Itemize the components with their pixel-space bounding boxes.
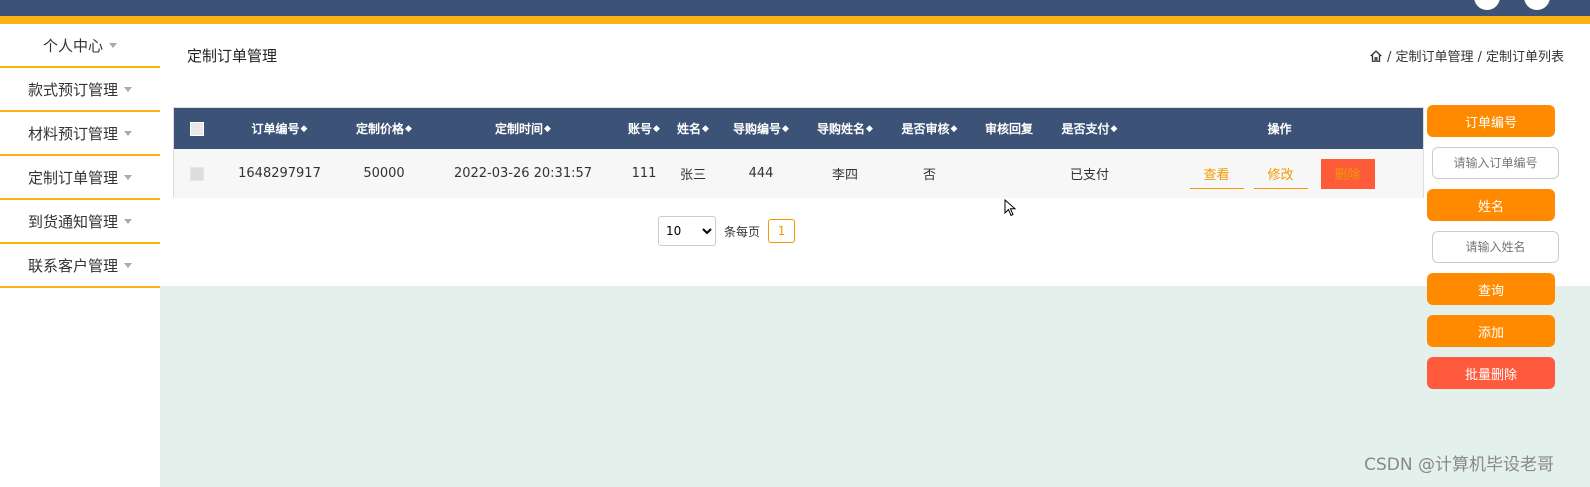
select-all-checkbox[interactable]: [189, 121, 204, 136]
col-label: 导购编号: [733, 122, 782, 136]
logout-icon[interactable]: [1524, 0, 1550, 10]
sidebar-item-label: 款式预订管理: [27, 80, 118, 99]
sort-icon: ◆: [544, 123, 551, 134]
col-guide-no[interactable]: 导购编号 ◆: [716, 108, 806, 149]
col-label: 定制价格: [356, 122, 405, 136]
home-icon[interactable]: [1369, 49, 1383, 63]
top-bar: [0, 0, 1590, 16]
sort-icon: ◆: [405, 123, 412, 134]
sidebar-item-label: 联系客户管理: [27, 256, 118, 275]
caret-down-icon: [124, 130, 132, 136]
table-row: 1648297917 50000 2022-03-26 20:31:57 111…: [174, 149, 1423, 198]
col-review-reply: 审核回复: [975, 108, 1043, 149]
col-label: 是否支付: [1061, 122, 1110, 136]
row-select-cell: [174, 149, 219, 198]
page-number-button[interactable]: 1: [768, 219, 796, 243]
cell-name: 张三: [679, 168, 706, 183]
edit-button[interactable]: 修改: [1253, 158, 1308, 189]
cell-price: 50000: [363, 166, 405, 181]
col-order-no[interactable]: 订单编号 ◆: [219, 108, 340, 149]
col-label: 姓名: [677, 122, 702, 136]
col-paid[interactable]: 是否支付 ◆: [1043, 108, 1136, 149]
sidebar-item-contact-customer[interactable]: 联系客户管理: [0, 244, 160, 288]
select-all-cell: [174, 108, 219, 149]
sidebar-item-style-booking[interactable]: 款式预订管理: [0, 68, 160, 112]
pagination: 10 条每页 1: [658, 216, 796, 246]
col-actions: 操作: [1136, 108, 1423, 149]
sort-icon: ◆: [866, 123, 873, 134]
cell-guide-name: 李四: [831, 168, 858, 183]
page-title: 定制订单管理: [187, 47, 278, 65]
watermark: CSDN @计算机毕设老哥: [1364, 455, 1554, 475]
sidebar-item-label: 到货通知管理: [27, 212, 118, 231]
order-no-label-button[interactable]: 订单编号: [1427, 105, 1555, 137]
breadcrumb-item: / 定制订单列表: [1477, 50, 1564, 65]
cell-paid: 已支付: [1069, 168, 1109, 183]
delete-button[interactable]: 删除: [1320, 158, 1375, 189]
orders-table: 订单编号 ◆ 定制价格 ◆ 定制时间 ◆ 账号 ◆ 姓名 ◆ 导购编号 ◆ 导购姓名 ◆ 是否…: [173, 107, 1424, 198]
page-size-select[interactable]: 10: [658, 216, 716, 246]
row-checkbox[interactable]: [189, 166, 204, 181]
cell-order-no: 1648297917: [238, 166, 321, 181]
sort-icon: ◆: [1110, 123, 1118, 134]
caret-down-icon: [124, 218, 132, 224]
breadcrumb: / 定制订单管理 / 定制订单列表: [1369, 46, 1564, 65]
sidebar-item-personal-center[interactable]: 个人中心: [0, 24, 160, 68]
sort-icon: ◆: [653, 123, 660, 134]
sidebar-item-label: 个人中心: [42, 36, 103, 55]
cell-reviewed: 否: [922, 168, 936, 183]
col-label: 是否审核: [901, 122, 950, 136]
cell-review-reply: [975, 149, 1043, 198]
cell-guide-no: 444: [748, 166, 774, 181]
sort-icon: ◆: [782, 123, 789, 134]
caret-down-icon: [124, 86, 132, 92]
name-input[interactable]: [1432, 231, 1559, 263]
add-button[interactable]: 添加: [1427, 315, 1555, 347]
col-label: 订单编号: [251, 122, 300, 136]
cell-time: 2022-03-26 20:31:57: [453, 166, 593, 181]
sidebar-item-material-booking[interactable]: 材料预订管理: [0, 112, 160, 156]
caret-down-icon: [124, 174, 132, 180]
sort-icon: ◆: [300, 123, 308, 134]
table-header: 订单编号 ◆ 定制价格 ◆ 定制时间 ◆ 账号 ◆ 姓名 ◆ 导购编号 ◆ 导购姓名 ◆ 是否…: [174, 108, 1423, 149]
breadcrumb-item[interactable]: / 定制订单管理: [1387, 46, 1474, 65]
cell-actions: 查看 修改 删除: [1136, 149, 1423, 198]
col-label: 账号: [628, 122, 653, 136]
col-price[interactable]: 定制价格 ◆: [340, 108, 428, 149]
user-avatar-icon[interactable]: [1474, 0, 1500, 10]
sort-icon: ◆: [950, 123, 958, 134]
order-no-input[interactable]: [1432, 147, 1559, 179]
caret-down-icon: [109, 42, 117, 48]
top-accent-stripe: [0, 16, 1590, 24]
name-label-button[interactable]: 姓名: [1427, 189, 1555, 221]
cell-account: 111: [631, 166, 657, 181]
sidebar-item-label: 材料预订管理: [27, 124, 118, 143]
col-label: 审核回复: [984, 122, 1033, 136]
query-button[interactable]: 查询: [1427, 273, 1555, 305]
col-guide-name[interactable]: 导购姓名 ◆: [806, 108, 884, 149]
mouse-cursor-icon: [1004, 199, 1016, 217]
col-label: 操作: [1267, 122, 1292, 136]
per-page-label: 条每页: [724, 224, 761, 239]
search-panel: 订单编号 姓名 查询 添加 批量删除: [1427, 105, 1559, 399]
col-name[interactable]: 姓名 ◆: [670, 108, 716, 149]
view-button[interactable]: 查看: [1189, 158, 1244, 189]
col-time[interactable]: 定制时间 ◆: [428, 108, 618, 149]
sort-icon: ◆: [702, 123, 709, 134]
col-label: 定制时间: [495, 122, 544, 136]
batch-delete-button[interactable]: 批量删除: [1427, 357, 1555, 389]
col-label: 导购姓名: [817, 122, 866, 136]
sidebar: 个人中心 款式预订管理 材料预订管理 定制订单管理 到货通知管理 联系客户管理: [0, 24, 160, 487]
caret-down-icon: [124, 262, 132, 268]
sidebar-item-custom-orders[interactable]: 定制订单管理: [0, 156, 160, 200]
col-reviewed[interactable]: 是否审核 ◆: [884, 108, 975, 149]
col-account[interactable]: 账号 ◆: [618, 108, 670, 149]
sidebar-item-arrival-notice[interactable]: 到货通知管理: [0, 200, 160, 244]
sidebar-item-label: 定制订单管理: [27, 168, 118, 187]
